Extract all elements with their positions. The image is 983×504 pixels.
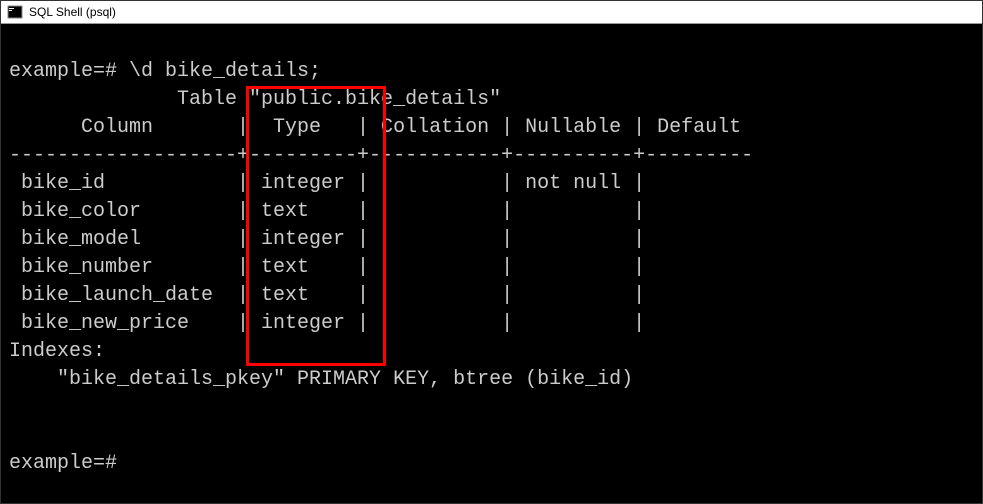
- prompt-idle: example=#: [9, 452, 117, 475]
- app-icon: [7, 4, 23, 20]
- index-line: "bike_details_pkey" PRIMARY KEY, btree (…: [9, 368, 633, 391]
- table-row: bike_launch_date | text | | |: [9, 284, 645, 307]
- table-header: Column | Type | Collation | Nullable | D…: [9, 116, 741, 139]
- table-row: bike_color | text | | |: [9, 200, 645, 223]
- table-row: bike_number | text | | |: [9, 256, 645, 279]
- window-frame: SQL Shell (psql) example=# \d bike_detai…: [0, 0, 983, 504]
- table-row: bike_model | integer | | |: [9, 228, 645, 251]
- terminal-area[interactable]: example=# \d bike_details; Table "public…: [1, 24, 982, 503]
- titlebar[interactable]: SQL Shell (psql): [1, 1, 982, 24]
- table-separator: -------------------+---------+----------…: [9, 144, 753, 167]
- indexes-label: Indexes:: [9, 340, 105, 363]
- table-row: bike_id | integer | | not null |: [9, 172, 645, 195]
- table-title: Table "public.bike_details": [9, 88, 501, 111]
- prompt-command: example=# \d bike_details;: [9, 60, 321, 83]
- table-row: bike_new_price | integer | | |: [9, 312, 645, 335]
- window-title: SQL Shell (psql): [29, 5, 116, 19]
